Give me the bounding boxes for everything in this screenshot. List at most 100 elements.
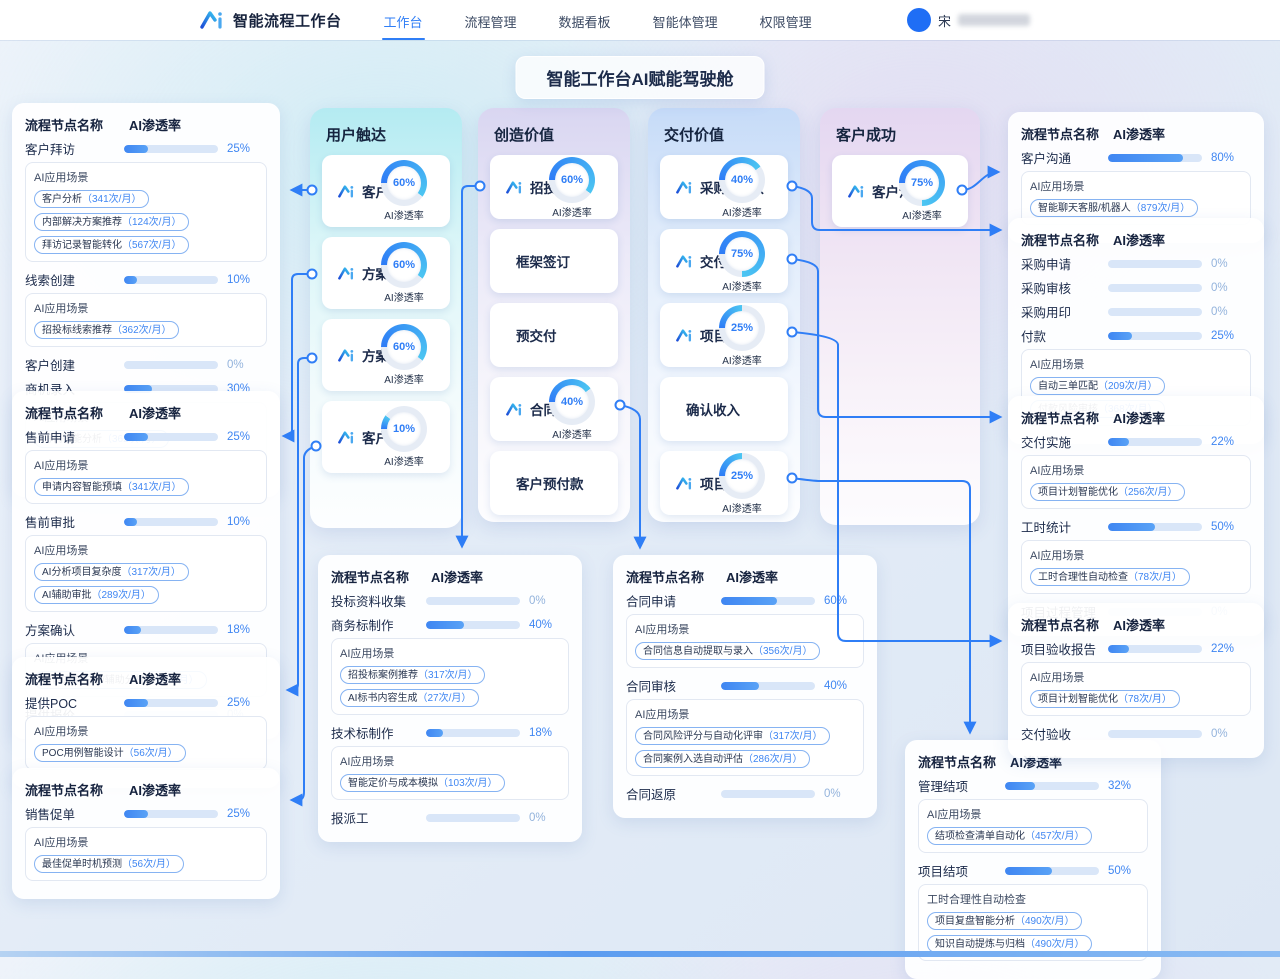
nav-item-4[interactable]: 权限管理 [758, 1, 814, 40]
node-name: 线索创建 [25, 270, 124, 289]
donut-label: AI渗透率 [884, 207, 960, 222]
ai-scene-label: AI应用场景 [1030, 178, 1242, 194]
table-row: 客户拜访25% [25, 138, 267, 159]
col-header-node-name: 流程节点名称 [25, 403, 129, 422]
tag-text: 结项检查清单自动化 [935, 830, 1025, 843]
ai-rate-bar [124, 361, 218, 369]
tag-text: 项目复盘智能分析 [935, 915, 1015, 928]
ai-rate-value: 22% [1211, 436, 1251, 448]
flow-node-客户接触[interactable]: 客户接触60%AI渗透率 [322, 155, 450, 227]
flow-node-方案验证[interactable]: 方案验证60%AI渗透率 [322, 319, 450, 391]
ai-rate-bar [124, 810, 218, 818]
node-donut: 40%AI渗透率 [534, 379, 610, 441]
ai-scene-tag: 招投标线索推荐（362次/月） [34, 321, 179, 339]
ai-rate-bar-fill [1005, 867, 1052, 875]
node-donut: 75%AI渗透率 [884, 160, 960, 222]
flow-node-采购&付款[interactable]: 采购&付款40%AI渗透率 [660, 155, 788, 219]
ai-rate-value: 60% [824, 595, 864, 607]
avatar[interactable] [907, 8, 931, 32]
ai-rate-bar-fill [1108, 154, 1183, 162]
ai-rate-value: 0% [529, 595, 569, 607]
ai-rate-value: 50% [1108, 865, 1148, 877]
ai-rate-bar [1108, 438, 1202, 446]
ai-rate-value: 25% [227, 808, 267, 820]
tag-text: 合同案例入选自动评估 [643, 753, 743, 766]
tag-text: AI辅助审批 [42, 589, 91, 602]
ai-scene-label: AI应用场景 [927, 806, 1139, 822]
ai-rate-value: 10% [227, 274, 267, 286]
node-name: 项目结项 [918, 861, 1005, 880]
ai-scene-box: AI应用场景智能聊天客服/机器人（879次/月） [1021, 171, 1251, 225]
donut-percent: 25% [719, 322, 765, 334]
node-donut: 60%AI渗透率 [366, 324, 442, 386]
tag-count: （78次/月） [1128, 571, 1182, 584]
donut-chart: 10% [381, 406, 427, 452]
ai-scene-tags: 工时合理性自动检查（78次/月） [1030, 568, 1242, 586]
nav-item-0[interactable]: 工作台 [382, 1, 425, 40]
ai-rate-value: 22% [1211, 643, 1251, 655]
flow-node-项目结项[interactable]: 项目结项25%AI渗透率 [660, 451, 788, 515]
table-row: 销售促单25% [25, 803, 267, 824]
ai-rate-bar-fill [124, 699, 148, 707]
col-header-node-name: 流程节点名称 [1021, 230, 1113, 249]
flow-node-交付[interactable]: 交付75%AI渗透率 [660, 229, 788, 293]
nav-item-2[interactable]: 数据看板 [557, 1, 613, 40]
ai-node-icon [848, 184, 866, 199]
flow-node-客户预付款[interactable]: 客户预付款 [490, 451, 618, 515]
donut-label: AI渗透率 [366, 207, 442, 222]
ai-rate-bar [1108, 523, 1202, 531]
flow-node-招投标[interactable]: 招投标60%AI渗透率 [490, 155, 618, 219]
ai-node-icon [338, 430, 356, 445]
ai-scene-box: AI应用场景智能定价与成本模拟（103次/月） [331, 746, 569, 800]
tag-count: （341次/月） [122, 481, 181, 494]
donut-percent: 60% [381, 177, 427, 189]
ai-scene-tags: 招投标案例推荐（317次/月）AI标书内容生成（27次/月） [340, 666, 560, 707]
flow-node-项目验收[interactable]: 项目验收25%AI渗透率 [660, 303, 788, 367]
col-header-node-name: 流程节点名称 [918, 752, 1010, 771]
ai-rate-value: 50% [1211, 521, 1251, 533]
flow-node-方案交流[interactable]: 方案交流60%AI渗透率 [322, 237, 450, 309]
tag-count: （362次/月） [112, 324, 171, 337]
nav-item-3[interactable]: 智能体管理 [651, 1, 720, 40]
ai-scene-tags: 合同信息自动提取与录入（356次/月） [635, 642, 855, 660]
node-name: 客户创建 [25, 355, 124, 374]
ai-rate-value: 0% [824, 788, 864, 800]
ai-rate-bar-fill [721, 682, 759, 690]
donut-chart: 25% [719, 305, 765, 351]
node-name: 合同返原 [626, 784, 721, 803]
flow-node-客户立项[interactable]: 客户立项10%AI渗透率 [322, 401, 450, 473]
tag-count: （56次/月） [122, 858, 176, 871]
user-menu[interactable]: 宋 [907, 8, 1030, 32]
ai-scene-box: AI应用场景AI分析项目复杂度（317次/月）AI辅助审批（289次/月） [25, 535, 267, 612]
detail-card-sales-push: 流程节点名称AI渗透率销售促单25%AI应用场景最佳促单时机预测（56次/月） [12, 768, 280, 899]
ai-node-icon [506, 180, 524, 195]
column-title: 交付价值 [664, 124, 788, 145]
flow-node-预交付[interactable]: 预交付 [490, 303, 618, 367]
ai-node-icon [506, 402, 524, 417]
col-header-ai-rate: AI渗透率 [1113, 230, 1251, 249]
ai-rate-value: 18% [529, 727, 569, 739]
node-donut: 60% AI渗透率 [366, 160, 442, 222]
ai-scene-box: AI应用场景合同信息自动提取与录入（356次/月） [626, 614, 864, 668]
table-row: 方案确认18% [25, 619, 267, 640]
ai-scene-label: 工时合理性自动检查 [927, 891, 1139, 907]
ai-scene-tags: 招投标线索推荐（362次/月） [34, 321, 258, 339]
flow-node-客户沟通[interactable]: 客户沟通75%AI渗透率 [832, 155, 968, 227]
flow-node-框架签订[interactable]: 框架签订 [490, 229, 618, 293]
tag-count: （317次/月） [418, 669, 477, 682]
tag-text: 智能定价与成本模拟 [348, 777, 438, 790]
node-name: 方案确认 [25, 620, 124, 639]
tag-count: （256次/月） [1118, 486, 1177, 499]
ai-rate-bar-fill [124, 810, 148, 818]
tag-count: （490次/月） [1015, 915, 1074, 928]
tag-count: （356次/月） [753, 645, 812, 658]
tag-text: 拜访记录智能转化 [42, 239, 122, 252]
flow-node-确认收入[interactable]: 确认收入 [660, 377, 788, 441]
flow-node-合同签订[interactable]: 合同签订40%AI渗透率 [490, 377, 618, 441]
nav-item-1[interactable]: 流程管理 [463, 1, 519, 40]
donut-label: AI渗透率 [704, 500, 780, 515]
ai-rate-bar [124, 145, 218, 153]
node-name: 合同审核 [626, 676, 721, 695]
donut-label: AI渗透率 [366, 371, 442, 386]
table-row: 投标资料收集0% [331, 590, 569, 611]
